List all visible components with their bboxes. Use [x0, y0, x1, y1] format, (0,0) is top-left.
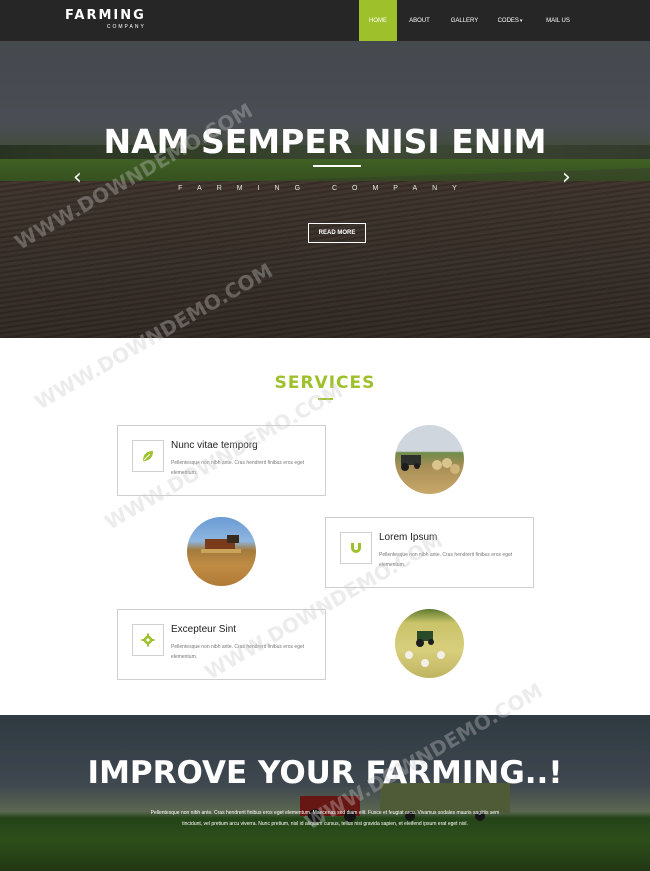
harvester-image — [201, 535, 241, 553]
logo-main-text: FARMING — [65, 8, 146, 23]
nav-codes[interactable]: CODES ▾ — [487, 0, 533, 41]
improve-banner: IMPROVE YOUR FARMING..! Pellentesque non… — [0, 715, 650, 871]
nav-gallery[interactable]: GALLERY — [442, 0, 487, 41]
logo-sub-text: COMPANY — [106, 24, 146, 30]
service-text: Pellentesque non nibh ante. Cras hendrer… — [379, 552, 513, 568]
gear-icon — [141, 633, 155, 647]
magnet-icon — [351, 543, 361, 553]
improve-title: IMPROVE YOUR FARMING..! — [87, 755, 563, 791]
service-icon-box — [132, 440, 164, 472]
service-text: Pellentesque non nibh ante. Cras hendrer… — [171, 644, 305, 660]
main-nav: HOME ABOUT GALLERY CODES ▾ MAIL US — [359, 0, 583, 41]
read-more-button[interactable]: READ MORE — [308, 223, 366, 243]
service-card-3[interactable]: Excepteur Sint Pellentesque non nibh ant… — [117, 609, 326, 680]
hero-subtitle: FARMING COMPANY — [178, 185, 472, 192]
service-card-2[interactable]: Lorem Ipsum Pellentesque non nibh ante. … — [325, 517, 534, 588]
service-icon-box — [132, 624, 164, 656]
improve-text: Pellentesque non nibh ante. Cras hendrer… — [150, 810, 500, 827]
nav-codes-label: CODES — [497, 17, 519, 24]
hero-divider — [313, 165, 361, 167]
site-header: FARMING COMPANY HOME ABOUT GALLERY CODES… — [0, 0, 650, 41]
chevron-right-icon[interactable]: › — [562, 167, 571, 189]
service-image-1 — [395, 425, 464, 494]
service-text: Pellentesque non nibh ante. Cras hendrer… — [171, 460, 305, 476]
services-title: SERVICES — [274, 373, 376, 393]
leaf-icon — [143, 451, 153, 461]
tractor-bales-image — [401, 455, 460, 474]
nav-about[interactable]: ABOUT — [397, 0, 442, 41]
improve-overlay — [0, 715, 650, 871]
service-title: Lorem Ipsum — [379, 532, 438, 543]
services-divider — [318, 398, 333, 400]
hero-slider: NAM SEMPER NISI ENIM FARMING COMPANY REA… — [0, 41, 650, 338]
nav-mail-us[interactable]: MAIL US — [533, 0, 583, 41]
service-icon-box — [340, 532, 372, 564]
hero-title: NAM SEMPER NISI ENIM — [103, 122, 547, 161]
tractor-field-image — [405, 631, 445, 667]
chevron-left-icon[interactable]: ‹ — [73, 167, 82, 189]
nav-home[interactable]: HOME — [359, 0, 397, 41]
caret-down-icon: ▾ — [519, 17, 523, 24]
service-title: Excepteur Sint — [171, 624, 237, 635]
service-title: Nunc vitae temporg — [171, 440, 258, 451]
service-image-2 — [187, 517, 256, 586]
service-image-3 — [395, 609, 464, 678]
logo[interactable]: FARMING COMPANY — [65, 9, 146, 31]
service-card-1[interactable]: Nunc vitae temporg Pellentesque non nibh… — [117, 425, 326, 496]
